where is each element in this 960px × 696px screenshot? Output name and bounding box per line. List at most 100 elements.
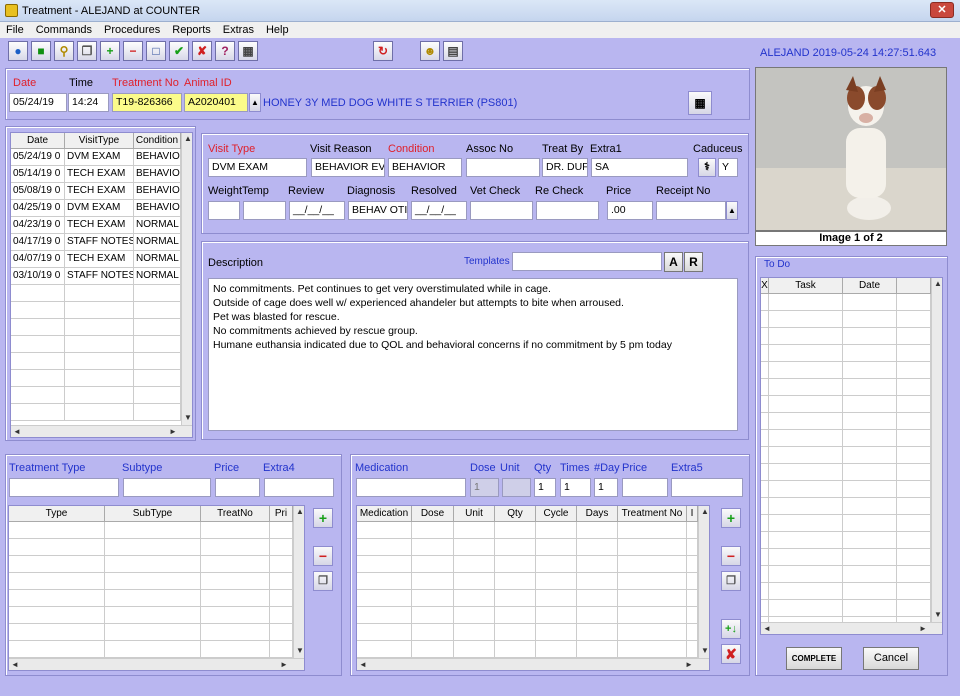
calculator-icon[interactable]: ▦ xyxy=(238,41,258,61)
temp-field[interactable] xyxy=(243,201,286,220)
grid-cell[interactable]: 04/07/19 0 xyxy=(11,251,65,268)
todo-vertical-scrollbar[interactable]: ▲ ▼ xyxy=(931,278,942,622)
remove-medication-icon[interactable]: − xyxy=(721,546,741,566)
med-header-days[interactable]: Days xyxy=(577,506,618,522)
remove-icon[interactable]: − xyxy=(123,41,143,61)
add-to-medication-icon[interactable]: +↓ xyxy=(721,619,741,639)
grid-cell[interactable] xyxy=(9,522,105,539)
menu-reports[interactable]: Reports xyxy=(166,22,217,36)
grid-cell[interactable] xyxy=(495,522,536,539)
price-field[interactable]: .00 xyxy=(607,201,653,220)
animal-lookup-button[interactable]: ▲ xyxy=(249,93,261,112)
grid-cell[interactable] xyxy=(761,566,769,583)
grid-cell[interactable] xyxy=(769,396,843,413)
grid-cell[interactable] xyxy=(536,641,577,658)
grid-cell[interactable] xyxy=(618,590,687,607)
grid-cell[interactable] xyxy=(761,413,769,430)
grid-cell[interactable] xyxy=(9,607,105,624)
grid-cell[interactable] xyxy=(536,607,577,624)
close-button[interactable]: ✕ xyxy=(930,2,954,18)
animal-id-field[interactable]: A2020401 xyxy=(184,93,248,112)
grid-cell[interactable] xyxy=(897,566,931,583)
copy-medication-icon[interactable]: ❐ xyxy=(721,571,741,591)
refresh-icon[interactable]: ↻ xyxy=(373,41,393,61)
grid-cell[interactable] xyxy=(769,328,843,345)
medication-field[interactable] xyxy=(356,478,466,497)
grid-cell[interactable] xyxy=(769,481,843,498)
visit-type-field[interactable]: DVM EXAM xyxy=(208,158,307,177)
grid-cell[interactable] xyxy=(105,590,201,607)
grid-cell[interactable] xyxy=(897,413,931,430)
resolved-date-field[interactable]: __/__/__ xyxy=(411,201,467,220)
delete-medication-icon[interactable]: ✘ xyxy=(721,644,741,664)
grid-cell[interactable] xyxy=(495,624,536,641)
grid-cell[interactable] xyxy=(769,362,843,379)
grid-cell[interactable] xyxy=(761,583,769,600)
review-date-field[interactable]: __/__/__ xyxy=(289,201,345,220)
grid-cell[interactable]: STAFF NOTES xyxy=(65,234,134,251)
grid-cell[interactable] xyxy=(357,573,412,590)
grid-cell[interactable] xyxy=(536,573,577,590)
grid-cell[interactable] xyxy=(105,607,201,624)
grid-cell[interactable] xyxy=(495,573,536,590)
grid-cell[interactable] xyxy=(11,404,65,421)
grid-cell[interactable] xyxy=(761,345,769,362)
grid-cell[interactable] xyxy=(761,294,769,311)
grid-cell[interactable] xyxy=(769,600,843,617)
med-header-medication[interactable]: Medication xyxy=(357,506,412,522)
grid-cell[interactable]: TECH EXAM xyxy=(65,251,134,268)
grid-cell[interactable] xyxy=(577,590,618,607)
grid-cell[interactable] xyxy=(761,328,769,345)
treatment-header-treatno[interactable]: TreatNo xyxy=(201,506,270,522)
cancel-icon[interactable]: ✘ xyxy=(192,41,212,61)
grid-cell[interactable] xyxy=(201,573,270,590)
caduceus-icon[interactable]: ⚕ xyxy=(698,158,716,177)
grid-cell[interactable] xyxy=(761,532,769,549)
check-icon[interactable]: ✔ xyxy=(169,41,189,61)
medication-horizontal-scrollbar[interactable]: ◄ ► xyxy=(357,658,709,670)
grid-cell[interactable] xyxy=(761,311,769,328)
grid-cell[interactable] xyxy=(897,294,931,311)
treatment-header-price[interactable]: Pri xyxy=(270,506,293,522)
grid-cell[interactable] xyxy=(687,573,698,590)
grid-cell[interactable] xyxy=(201,641,270,658)
grid-cell[interactable] xyxy=(65,387,134,404)
grid-cell[interactable] xyxy=(897,345,931,362)
grid-cell[interactable] xyxy=(897,549,931,566)
grid-cell[interactable] xyxy=(134,336,181,353)
todo-grid[interactable]: X Task Date ▲ ▼ ◄ ► xyxy=(760,277,943,635)
history-header-date[interactable]: Date xyxy=(11,133,65,149)
grid-cell[interactable] xyxy=(843,396,897,413)
grid-cell[interactable] xyxy=(761,362,769,379)
med-price-field[interactable] xyxy=(622,478,668,497)
grid-cell[interactable] xyxy=(134,404,181,421)
grid-cell[interactable] xyxy=(769,583,843,600)
med-header-treatment-no[interactable]: Treatment No xyxy=(618,506,687,522)
caduceus-field[interactable]: Y xyxy=(718,158,738,177)
grid-cell[interactable] xyxy=(687,556,698,573)
menu-extras[interactable]: Extras xyxy=(217,22,260,36)
grid-cell[interactable]: 05/24/19 0 xyxy=(11,149,65,166)
grid-cell[interactable] xyxy=(843,430,897,447)
grid-cell[interactable] xyxy=(618,539,687,556)
grid-cell[interactable] xyxy=(65,353,134,370)
copy-icon[interactable]: ❐ xyxy=(77,41,97,61)
grid-cell[interactable] xyxy=(769,430,843,447)
subtype-field[interactable] xyxy=(123,478,211,497)
complete-button[interactable]: COMPLETE xyxy=(786,647,842,670)
date-field[interactable]: 05/24/19 xyxy=(9,93,67,112)
vet-check-field[interactable] xyxy=(470,201,533,220)
grid-cell[interactable] xyxy=(618,624,687,641)
grid-cell[interactable] xyxy=(65,319,134,336)
grid-cell[interactable] xyxy=(769,549,843,566)
templates-field[interactable] xyxy=(512,252,662,271)
todo-header-task[interactable]: Task xyxy=(769,278,843,294)
grid-cell[interactable] xyxy=(536,522,577,539)
grid-cell[interactable] xyxy=(761,464,769,481)
extra5-field[interactable] xyxy=(671,478,743,497)
grid-cell[interactable] xyxy=(618,522,687,539)
grid-cell[interactable] xyxy=(897,362,931,379)
grid-cell[interactable] xyxy=(11,353,65,370)
grid-cell[interactable]: 05/14/19 0 xyxy=(11,166,65,183)
grid-cell[interactable] xyxy=(201,590,270,607)
